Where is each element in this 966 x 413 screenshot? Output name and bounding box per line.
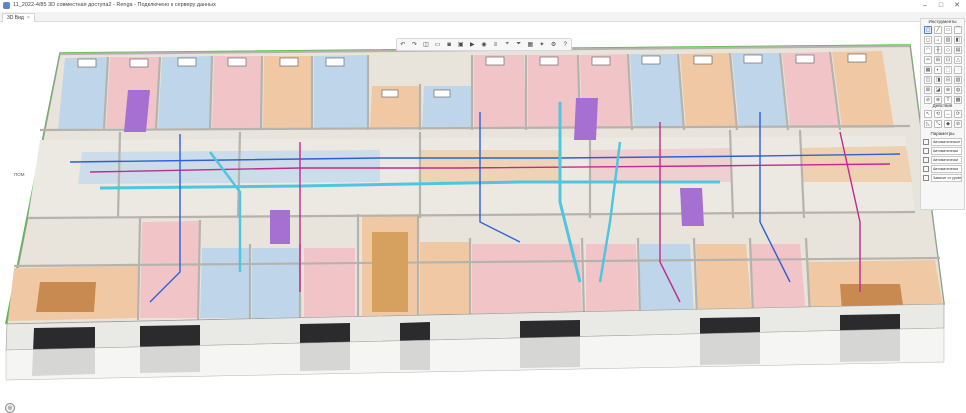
- view-cube-icon[interactable]: ◫: [422, 41, 430, 49]
- settings-icon[interactable]: ⚙: [550, 41, 558, 49]
- action-8-icon[interactable]: ⊘: [954, 120, 962, 128]
- param-row: Автоматически: [923, 147, 962, 155]
- filter-icon[interactable]: ⏷: [515, 41, 523, 49]
- tool-20-icon[interactable]: ◌: [954, 66, 962, 74]
- tools-panel: Инструменты ▢ ╱ ▭ ⌒ ◻ ⌂ ▥ ◧ ◠ ╫ ◇ ▤ ═ ⊞ ⊡ △ ▦ ◐ ⬚ ◌ ◫ ◨ ⊟ ▧ ⊠ ◪ ⊕ ◍…: [920, 18, 965, 210]
- action-4-icon[interactable]: ⟳: [954, 110, 962, 118]
- measure-icon[interactable]: ⌖: [503, 41, 511, 49]
- tool-12-icon[interactable]: ▤: [954, 46, 962, 54]
- tool-23-icon[interactable]: ⊟: [944, 76, 952, 84]
- save-view-icon[interactable]: ▣: [457, 41, 465, 49]
- window-title: 11_2022-4/85 3D совместная доступа2 - Re…: [13, 2, 216, 8]
- param-dropdown[interactable]: Зависит от уровня: [931, 174, 962, 182]
- param-row: Автоматически: [923, 156, 962, 164]
- 3d-viewport[interactable]: ПОМ ↶ ↷ ◫ ▭ ◙ ▣ ▶ ◉ ≡ ⌖ ⏷ ▦ ✦ ⚙? Инструменты ▢ ╱ ▭ ⌒ ◻ ⌂ ▥ ◧…: [0, 18, 966, 413]
- tool-4-icon[interactable]: ⌒: [954, 26, 962, 34]
- tool-16-icon[interactable]: △: [954, 56, 962, 64]
- view-toolbar: ↶ ↷ ◫ ▭ ◙ ▣ ▶ ◉ ≡ ⌖ ⏷ ▦ ✦ ⚙?: [396, 38, 572, 51]
- tool-19-icon[interactable]: ⬚: [944, 66, 952, 74]
- section-icon[interactable]: ▭: [434, 41, 442, 49]
- tool-grid: ▢ ╱ ▭ ⌒ ◻ ⌂ ▥ ◧ ◠ ╫ ◇ ▤ ═ ⊞ ⊡ △ ▦ ◐ ⬚ ◌ ◫ ◨ ⊟ ▧ ⊠ ◪ ⊕ ◍ ⊘ ⊗ T ▩: [921, 25, 964, 105]
- tool-6-icon[interactable]: ⌂: [934, 36, 942, 44]
- action-grid: ↖ ⟲ ↔ ⟳ ◺ ⤡ ◆ ⊘: [921, 109, 964, 129]
- minimize-button[interactable]: –: [918, 1, 932, 11]
- tool-2-icon[interactable]: ╱: [934, 26, 942, 34]
- action-7-icon[interactable]: ◆: [944, 120, 952, 128]
- params-title: Параметры: [930, 131, 955, 136]
- undo-icon[interactable]: ↶: [399, 41, 407, 49]
- building-3d-model[interactable]: ПОМ: [0, 22, 966, 395]
- param-row: Автоматическое: [923, 138, 962, 146]
- tool-5-icon[interactable]: ◻: [924, 36, 932, 44]
- tool-3-icon[interactable]: ▭: [944, 26, 952, 34]
- param-dropdown[interactable]: Автоматическое: [931, 138, 962, 146]
- tool-14-icon[interactable]: ⊞: [934, 56, 942, 64]
- camera-icon[interactable]: ◙: [445, 41, 453, 49]
- tool-21-icon[interactable]: ◫: [924, 76, 932, 84]
- tab-3d-view[interactable]: 3D Вид ×: [2, 13, 35, 22]
- param-icon: [923, 139, 929, 145]
- action-2-icon[interactable]: ⟲: [934, 110, 942, 118]
- param-icon: [923, 157, 929, 163]
- tool-18-icon[interactable]: ◐: [934, 66, 942, 74]
- tool-15-icon[interactable]: ⊡: [944, 56, 952, 64]
- tool-25-icon[interactable]: ⊠: [924, 86, 932, 94]
- param-dropdown[interactable]: Автоматически: [931, 156, 962, 164]
- param-dropdown[interactable]: Автоматически: [931, 165, 962, 173]
- params-list: Автоматическое Автоматически Автоматически…: [921, 138, 964, 182]
- tool-1-icon[interactable]: ▢: [924, 26, 932, 34]
- action-6-icon[interactable]: ⤡: [934, 120, 942, 128]
- tool-7-icon[interactable]: ▥: [944, 36, 952, 44]
- tab-close-icon[interactable]: ×: [27, 15, 30, 21]
- tool-28-icon[interactable]: ◍: [954, 86, 962, 94]
- param-dropdown[interactable]: Автоматически: [931, 147, 962, 155]
- param-icon: [923, 148, 929, 154]
- redo-icon[interactable]: ↷: [410, 41, 418, 49]
- display-mode-icon[interactable]: ▶: [468, 41, 476, 49]
- action-1-icon[interactable]: ↖: [924, 110, 932, 118]
- param-row: Автоматически: [923, 165, 962, 173]
- navigation-icon[interactable]: ◎: [5, 403, 15, 413]
- param-icon: [923, 166, 929, 172]
- tool-27-icon[interactable]: ⊕: [944, 86, 952, 94]
- tool-17-icon[interactable]: ▦: [924, 66, 932, 74]
- param-icon: [923, 175, 929, 181]
- visibility-icon[interactable]: ◉: [480, 41, 488, 49]
- level-label: ПОМ: [14, 172, 25, 177]
- param-row: Зависит от уровня: [923, 174, 962, 182]
- tool-26-icon[interactable]: ◪: [934, 86, 942, 94]
- render-icon[interactable]: ✦: [538, 41, 546, 49]
- tool-11-icon[interactable]: ◇: [944, 46, 952, 54]
- app-logo-icon: [3, 2, 10, 9]
- maximize-button[interactable]: □: [934, 1, 948, 11]
- tool-10-icon[interactable]: ╫: [934, 46, 942, 54]
- tool-9-icon[interactable]: ◠: [924, 46, 932, 54]
- close-button[interactable]: ✕: [950, 1, 964, 11]
- layers-icon[interactable]: ≡: [492, 41, 500, 49]
- tab-bar: 3D Вид ×: [0, 12, 966, 22]
- tool-22-icon[interactable]: ◨: [934, 76, 942, 84]
- action-3-icon[interactable]: ↔: [944, 110, 952, 118]
- help-icon[interactable]: ?: [561, 41, 569, 49]
- grid-icon[interactable]: ▦: [526, 41, 534, 49]
- action-5-icon[interactable]: ◺: [924, 120, 932, 128]
- tool-8-icon[interactable]: ◧: [954, 36, 962, 44]
- tool-24-icon[interactable]: ▧: [954, 76, 962, 84]
- tab-label: 3D Вид: [7, 15, 24, 21]
- tool-13-icon[interactable]: ═: [924, 56, 932, 64]
